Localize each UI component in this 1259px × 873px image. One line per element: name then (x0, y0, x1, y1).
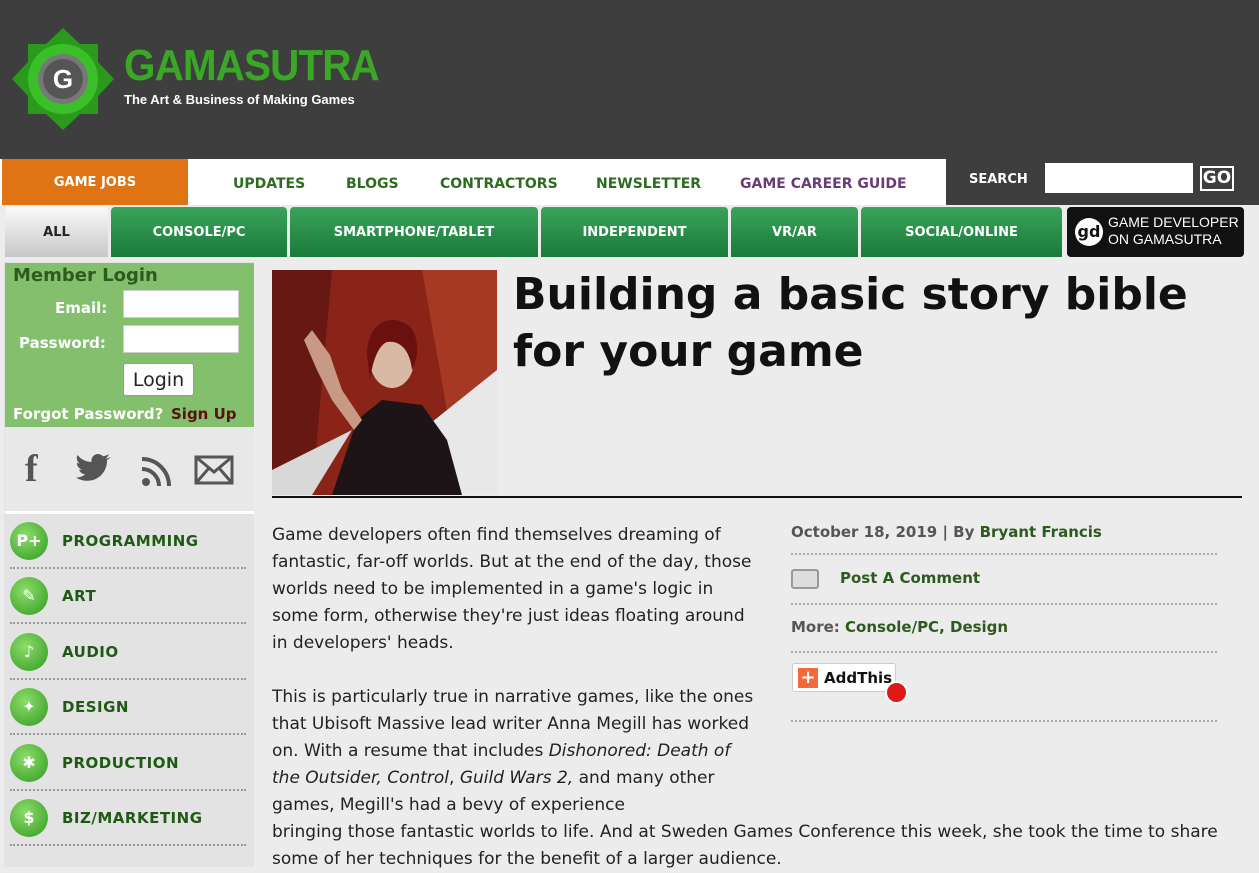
facebook-icon[interactable]: f (25, 449, 38, 489)
art-icon: ✎ (10, 577, 48, 615)
game-developer-tab[interactable]: gd GAME DEVELOPER ON GAMASUTRA (1067, 207, 1244, 257)
para2-italic-gw2: Guild Wars 2, (459, 768, 574, 788)
gd-tab-label: GAME DEVELOPER ON GAMASUTRA (1108, 214, 1242, 248)
sign-up-link[interactable]: Sign Up (171, 405, 237, 423)
production-icon: ✱ (10, 744, 48, 782)
mail-icon[interactable] (194, 455, 234, 485)
site-header: G GAMASUTRA The Art & Business of Making… (0, 0, 1259, 159)
login-title: Member Login (13, 265, 158, 286)
category-label: PRODUCTION (62, 754, 180, 772)
tab-social-online[interactable]: SOCIAL/ONLINE (861, 207, 1062, 257)
nav-newsletter[interactable]: NEWSLETTER (596, 176, 701, 192)
nav-game-career-guide[interactable]: GAME CAREER GUIDE (740, 176, 907, 192)
tab-independent[interactable]: INDEPENDENT (541, 207, 728, 257)
category-audio[interactable]: ♪ AUDIO (10, 627, 246, 680)
game-jobs-link[interactable]: GAME JOBS (2, 159, 188, 205)
svg-text:G: G (53, 64, 73, 94)
password-field[interactable] (123, 325, 239, 353)
nav-updates[interactable]: UPDATES (233, 176, 305, 192)
design-icon: ✦ (10, 688, 48, 726)
nav-contractors[interactable]: CONTRACTORS (440, 176, 558, 192)
tab-smartphone-tablet[interactable]: SMARTPHONE/TABLET (290, 207, 538, 257)
author-link[interactable]: Bryant Francis (980, 523, 1102, 541)
article-paragraph-1: Game developers often find themselves dr… (272, 525, 752, 653)
category-label: PROGRAMMING (62, 532, 199, 550)
article-image[interactable] (272, 270, 497, 495)
password-label: Password: (19, 334, 106, 352)
gamasutra-logo-icon[interactable]: G (10, 26, 116, 132)
audio-icon: ♪ (10, 633, 48, 671)
article-headline: Building a basic story bible for your ga… (513, 269, 1188, 377)
category-design[interactable]: ✦ DESIGN (10, 682, 246, 735)
category-label: ART (62, 587, 97, 605)
addthis-button[interactable]: + AddThis (792, 663, 896, 692)
more-category-links[interactable]: Console/PC, Design (845, 618, 1008, 636)
addthis-label: AddThis (824, 669, 893, 687)
para2-sep: , (449, 768, 460, 788)
plus-icon: + (798, 668, 818, 688)
programming-icon: P+ (10, 522, 48, 560)
category-programming[interactable]: P+ PROGRAMMING (10, 516, 246, 569)
comment-icon[interactable] (791, 569, 819, 589)
logo-wordmark[interactable]: GAMASUTRA (124, 42, 380, 90)
post-comment-link[interactable]: Post A Comment (840, 569, 980, 587)
tab-console-pc[interactable]: CONSOLE/PC (111, 207, 287, 257)
article-date: October 18, 2019 (791, 523, 938, 541)
byline-by: | By (942, 523, 975, 541)
more-label: More: (791, 618, 840, 636)
adblock-badge-icon (885, 681, 908, 704)
article-paragraph-2: This is particularly true in narrative g… (272, 684, 762, 819)
article-paragraph-3: bringing those fantastic worlds to life.… (272, 822, 1218, 869)
email-label: Email: (55, 299, 108, 317)
tab-vr-ar[interactable]: VR/AR (731, 207, 858, 257)
forgot-password-link[interactable]: Forgot Password? (13, 405, 163, 423)
gd-logo-icon: gd (1075, 218, 1103, 246)
logo-tagline: The Art & Business of Making Games (124, 92, 355, 107)
category-art[interactable]: ✎ ART (10, 571, 246, 624)
member-login-panel: Member Login Email: Password: Login Forg… (5, 263, 254, 427)
more-categories: More: Console/PC, Design (791, 618, 1008, 636)
headline-divider (272, 496, 1242, 498)
search-input[interactable] (1045, 163, 1193, 193)
email-field[interactable] (123, 290, 239, 318)
search-go-button[interactable]: GO (1200, 166, 1234, 191)
category-label: DESIGN (62, 698, 129, 716)
login-button[interactable]: Login (123, 363, 194, 396)
article-byline: October 18, 2019 | By Bryant Francis (791, 523, 1102, 541)
category-label: BIZ/MARKETING (62, 809, 203, 827)
gd-line1: GAME DEVELOPER (1108, 214, 1239, 230)
nav-blogs[interactable]: BLOGS (346, 176, 399, 192)
rss-icon[interactable] (141, 457, 171, 487)
twitter-icon[interactable] (76, 453, 112, 483)
meta-divider (791, 603, 1217, 605)
search-label: SEARCH (969, 172, 1028, 187)
meta-divider (791, 651, 1217, 653)
meta-divider (791, 720, 1217, 722)
gd-line2: ON GAMASUTRA (1108, 231, 1222, 247)
meta-divider (791, 553, 1217, 555)
biz-marketing-icon: $ (10, 799, 48, 837)
tab-all[interactable]: ALL (5, 207, 108, 257)
category-label: AUDIO (62, 643, 119, 661)
category-production[interactable]: ✱ PRODUCTION (10, 738, 246, 791)
category-biz-marketing[interactable]: $ BIZ/MARKETING (10, 793, 246, 846)
